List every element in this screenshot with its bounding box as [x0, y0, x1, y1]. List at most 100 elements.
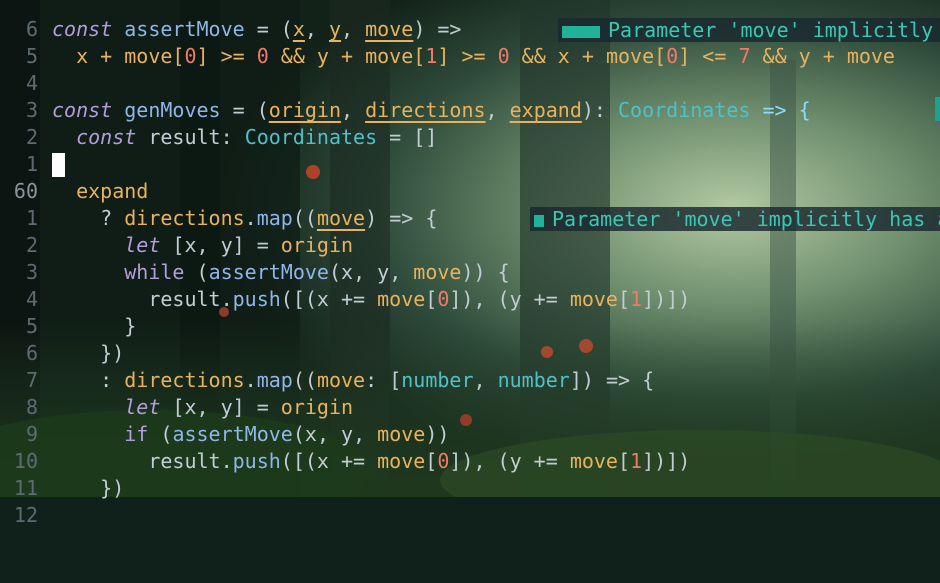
- code-token: .: [220, 449, 233, 473]
- code-token: result:: [136, 125, 245, 149]
- code-text: if (assertMove(x, y, move)): [52, 421, 449, 448]
- number-literal: 0: [497, 44, 510, 68]
- code-token: }): [52, 341, 125, 365]
- diagnostic-hint[interactable]: Parameter 'move' implicitly has an 'any'…: [530, 207, 940, 231]
- function-name: genMoves: [124, 98, 221, 122]
- parameter: origin: [268, 98, 342, 122]
- code-token: = []: [377, 125, 438, 149]
- code-token: ] >=: [196, 44, 257, 68]
- code-text: expand: [52, 178, 148, 205]
- code-token: origin: [280, 395, 354, 419]
- code-token: [: [617, 449, 631, 473]
- code-text: : directions.map((move: [number, number]…: [52, 367, 654, 394]
- function-name: push: [232, 449, 281, 473]
- code-line: 1 expand: [0, 178, 940, 230]
- number-literal: 1: [630, 449, 643, 473]
- code-token: ,: [341, 98, 366, 122]
- code-text: }): [52, 340, 124, 367]
- code-token: ((: [292, 206, 317, 230]
- function-name: map: [256, 206, 293, 230]
- code-line: 1 const result: Coordinates = []: [0, 124, 940, 176]
- code-text: }): [52, 475, 124, 502]
- code-token: move: [377, 422, 426, 446]
- code-text: while (assertMove(x, y, move)) {: [52, 259, 510, 286]
- code-token: ([(x +=: [280, 449, 378, 473]
- code-token: ] <=: [678, 44, 739, 68]
- code-token: (: [148, 422, 173, 446]
- code-token: .: [244, 368, 257, 392]
- code-token: ):: [581, 98, 618, 122]
- code-token: = (: [220, 98, 269, 122]
- code-token: [x, y] =: [160, 395, 281, 419]
- code-text: const result: Coordinates = []: [52, 124, 437, 151]
- code-token: ,: [473, 368, 498, 392]
- code-line: 3: [0, 70, 940, 122]
- code-text: ? directions.map((move) => {: [52, 205, 437, 232]
- code-token: [: [425, 287, 438, 311]
- diagnostic-edge-marker: [935, 97, 940, 121]
- code-token: ]), (y +=: [449, 449, 570, 473]
- parameter: expand: [509, 98, 582, 122]
- code-line: 6 }: [0, 313, 940, 365]
- number-literal: 0: [184, 44, 197, 68]
- code-token: )): [425, 422, 450, 446]
- code-token: && y + move: [750, 44, 895, 68]
- function-name: push: [232, 287, 281, 311]
- diagnostic-message: Parameter 'move' implicitly has an 'any'…: [552, 207, 940, 231]
- code-token: ([(x +=: [280, 287, 378, 311]
- code-line-current[interactable]: 60: [0, 151, 940, 203]
- number-literal: 7: [738, 44, 751, 68]
- code-token: [x, y] =: [160, 233, 281, 257]
- code-token: [: [617, 287, 631, 311]
- code-line: 4 x + move[0] >= 0 && y + move[1] >= 0 &…: [0, 43, 940, 95]
- text-cursor: [52, 153, 65, 177]
- code-line: 5 const assertMove = (x, y, move) => Par…: [0, 16, 940, 68]
- code-line: 2 const genMoves = (origin, directions, …: [0, 97, 940, 149]
- error-marker-icon: [534, 214, 544, 227]
- code-token: ) =>: [413, 17, 462, 41]
- code-line: 6: [0, 0, 940, 41]
- number-literal: 1: [425, 44, 438, 68]
- code-token: (x, y,: [292, 422, 378, 446]
- code-token: directions: [124, 206, 245, 230]
- code-editor[interactable]: 6 5 const assertMove = (x, y, move) => P…: [0, 0, 940, 527]
- code-line: 3 let [x, y] = origin: [0, 232, 940, 284]
- keyword: while: [124, 260, 185, 284]
- code-text: const genMoves = (origin, directions, ex…: [52, 97, 811, 124]
- code-token: (x, y,: [328, 260, 414, 284]
- code-token: : [: [365, 368, 402, 392]
- keyword: let: [124, 233, 161, 257]
- keyword: if: [124, 422, 149, 446]
- code-token: directions: [124, 368, 245, 392]
- code-line: 11 result.push([(x += move[0]), (y += mo…: [0, 448, 940, 500]
- code-token: result: [148, 449, 221, 473]
- code-text: result.push([(x += move[0]), (y += move[…: [52, 448, 690, 475]
- code-token: ])]): [642, 449, 691, 473]
- code-token: && y + move[: [268, 44, 426, 68]
- code-token: )) {: [461, 260, 510, 284]
- code-token: ((: [292, 368, 317, 392]
- code-token: move: [569, 287, 618, 311]
- parameter: move: [316, 368, 366, 392]
- diagnostic-hint[interactable]: Parameter 'move' implicitly has an 'any'…: [558, 18, 940, 42]
- line-number: 12: [13, 503, 38, 527]
- code-token: ,: [304, 17, 329, 41]
- code-token: .: [244, 206, 257, 230]
- code-token: expand: [52, 179, 149, 203]
- code-line: 8 : directions.map((move: [number, numbe…: [0, 367, 940, 419]
- code-token: move: [377, 287, 426, 311]
- code-line: 9 let [x, y] = origin: [0, 394, 940, 446]
- number-literal: 0: [256, 44, 269, 68]
- code-line: 12 }): [0, 475, 940, 527]
- code-line: 1 0 if (assertMove(x, y, move)): [0, 421, 940, 473]
- function-name: map: [256, 368, 293, 392]
- diagnostic-message: Parameter 'move' implicitly has an 'any'…: [608, 18, 934, 42]
- code-token: ,: [341, 17, 366, 41]
- code-text: let [x, y] = origin: [52, 394, 353, 421]
- code-token: origin: [280, 233, 354, 257]
